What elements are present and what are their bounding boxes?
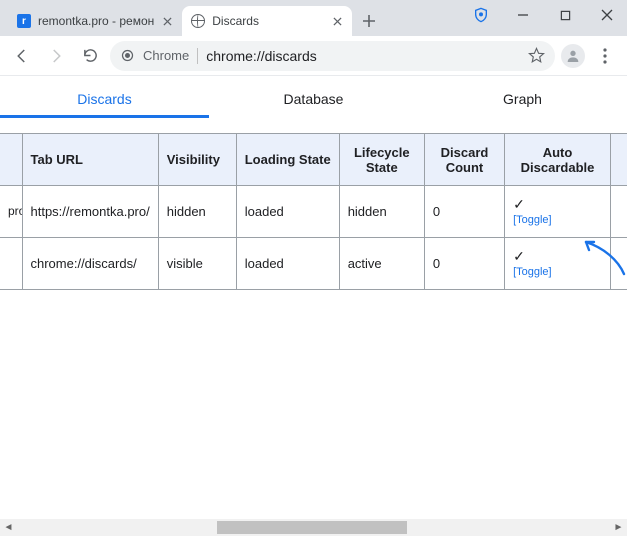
scroll-left-arrow-icon[interactable]: ◄ (0, 519, 17, 536)
close-window-button[interactable] (593, 4, 621, 26)
url-prefix: Chrome (143, 48, 189, 63)
cell-url: https://remontka.pro/ (22, 186, 158, 238)
profile-avatar[interactable] (561, 44, 585, 68)
toggle-link[interactable]: Toggle (513, 214, 552, 226)
shield-icon[interactable] (467, 4, 495, 26)
col-header-url[interactable]: Tab URL (22, 134, 158, 186)
page-tab-graph[interactable]: Graph (418, 79, 627, 117)
forward-button[interactable] (42, 42, 70, 70)
discards-table: Tab URL Visibility Loading State Lifecyc… (0, 133, 627, 290)
window-controls (467, 4, 621, 26)
col-header-visibility[interactable]: Visibility (158, 134, 236, 186)
new-tab-button[interactable] (356, 8, 382, 34)
cell-loading: loaded (236, 186, 339, 238)
horizontal-scrollbar[interactable]: ◄ ► (0, 519, 627, 536)
cell-edge (610, 238, 627, 290)
page-nav-tabs: Discards Database Graph (0, 76, 627, 120)
table-row: chrome://discards/ visible loaded active… (0, 238, 627, 290)
cell-loading: loaded (236, 238, 339, 290)
col-header-lifecycle[interactable]: Lifecycle State (339, 134, 424, 186)
kebab-menu-icon[interactable] (591, 42, 619, 70)
page-tab-database[interactable]: Database (209, 79, 418, 117)
url-divider (197, 48, 198, 64)
url-text: chrome://discards (206, 48, 520, 64)
browser-tabs: r remontka.pro - ремон Discards (8, 6, 382, 36)
page-tab-discards[interactable]: Discards (0, 79, 209, 117)
close-tab-icon[interactable] (330, 14, 344, 28)
address-bar[interactable]: Chrome chrome://discards (110, 41, 555, 71)
tab-title: remontka.pro - ремон (38, 14, 154, 28)
back-button[interactable] (8, 42, 36, 70)
cell-truncated (0, 238, 22, 290)
close-tab-icon[interactable] (160, 14, 174, 28)
cell-url: chrome://discards/ (22, 238, 158, 290)
tab-title: Discards (212, 14, 324, 28)
col-header-discard-count[interactable]: Discard Count (424, 134, 504, 186)
cell-edge (610, 186, 627, 238)
browser-tab-discards[interactable]: Discards (182, 6, 352, 36)
scrollbar-track[interactable] (17, 519, 610, 536)
maximize-button[interactable] (551, 4, 579, 26)
reload-button[interactable] (76, 42, 104, 70)
col-header-auto-discardable[interactable]: Auto Discardable (505, 134, 611, 186)
cell-lifecycle: active (339, 238, 424, 290)
browser-toolbar: Chrome chrome://discards (0, 36, 627, 76)
cell-visibility: visible (158, 238, 236, 290)
minimize-button[interactable] (509, 4, 537, 26)
cell-truncated: pro - ров, (0, 186, 22, 238)
bookmark-star-icon[interactable] (528, 47, 545, 64)
check-icon: ✓ (513, 197, 602, 211)
scrollbar-thumb[interactable] (217, 521, 407, 534)
check-icon: ✓ (513, 249, 602, 263)
site-info-icon[interactable] (120, 48, 135, 63)
cell-auto-discardable: ✓ Toggle (505, 186, 611, 238)
cell-lifecycle: hidden (339, 186, 424, 238)
cell-discard-count: 0 (424, 186, 504, 238)
col-header-edge (610, 134, 627, 186)
browser-tab-remontka[interactable]: r remontka.pro - ремон (8, 6, 182, 36)
globe-icon (190, 13, 206, 29)
content-area: Tab URL Visibility Loading State Lifecyc… (0, 120, 627, 519)
scroll-right-arrow-icon[interactable]: ► (610, 519, 627, 536)
toggle-link[interactable]: Toggle (513, 266, 552, 278)
col-header-loading[interactable]: Loading State (236, 134, 339, 186)
table-row: pro - ров, https://remontka.pro/ hidden … (0, 186, 627, 238)
table-header-row: Tab URL Visibility Loading State Lifecyc… (0, 134, 627, 186)
cell-discard-count: 0 (424, 238, 504, 290)
favicon-r-icon: r (16, 13, 32, 29)
cell-visibility: hidden (158, 186, 236, 238)
col-header-truncated (0, 134, 22, 186)
cell-auto-discardable: ✓ Toggle (505, 238, 611, 290)
browser-titlebar: r remontka.pro - ремон Discards (0, 0, 627, 36)
